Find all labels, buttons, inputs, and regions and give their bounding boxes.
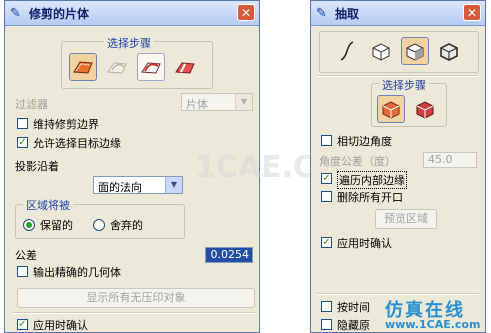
projection-value: 面的法向 xyxy=(98,181,142,194)
by-time-checkbox[interactable] xyxy=(321,301,332,312)
nx-logo-icon: ✎ xyxy=(316,6,327,21)
dialog-title: 修剪的片体 xyxy=(29,7,90,21)
confirm-on-apply-checkbox[interactable]: ✓ xyxy=(321,237,332,248)
extract-body-icon[interactable] xyxy=(435,37,463,65)
keep-option-label: 保留的 xyxy=(40,219,73,232)
discard-radio[interactable] xyxy=(93,219,105,231)
watermark-url: www.1CAE.com xyxy=(385,318,481,331)
allow-select-target-edge-label: 允许选择目标边缘 xyxy=(33,137,121,150)
traverse-inner-edges-label: 遍历内部边缘 xyxy=(337,171,407,189)
dropdown-arrow-icon: ▼ xyxy=(235,94,252,110)
selection-steps-label: 选择步骤 xyxy=(104,35,154,51)
nx-logo-icon: ✎ xyxy=(10,6,21,21)
confirm-on-apply-label: 应用时确认 xyxy=(337,237,392,250)
extract-dialog: ✎ 抽取 ✕ 选择步骤 相切边角度 角度公差（度） 45.0 ✓ 遍历内部边缘 … xyxy=(310,0,486,333)
extract-face-icon[interactable] xyxy=(367,37,395,65)
region-label: 区域将被 xyxy=(23,197,73,213)
trim-boundary-icon[interactable] xyxy=(137,53,165,81)
keep-radio[interactable] xyxy=(23,219,35,231)
keep-trim-boundary-label: 维持修剪边界 xyxy=(33,118,99,131)
discard-option-label: 舍弃的 xyxy=(110,219,143,232)
curve-icon[interactable] xyxy=(333,37,361,65)
trim-tool-icon[interactable] xyxy=(103,53,131,81)
tangent-edge-angle-label: 相切边角度 xyxy=(337,135,392,148)
angle-tolerance-label: 角度公差（度） xyxy=(319,155,396,168)
trim-region-icon[interactable] xyxy=(171,53,199,81)
preview-region-button[interactable]: 预览区域 xyxy=(375,209,437,229)
hide-original-checkbox[interactable] xyxy=(321,319,332,330)
filter-label: 过滤器 xyxy=(15,98,48,111)
filter-select[interactable]: 片体 ▼ xyxy=(181,93,253,111)
dialog-title: 抽取 xyxy=(335,7,360,21)
projection-label: 投影沿着 xyxy=(15,160,59,173)
by-time-label: 按时间 xyxy=(337,301,370,314)
close-icon[interactable]: ✕ xyxy=(463,4,481,21)
divider xyxy=(317,293,479,295)
hide-original-label: 隐藏原 xyxy=(337,319,370,332)
divider xyxy=(13,312,255,314)
tolerance-label: 公差 xyxy=(15,249,37,262)
output-exact-geometry-label: 输出精确的几何体 xyxy=(33,266,121,279)
remove-all-openings-label: 删除所有开口 xyxy=(337,191,403,204)
projection-select[interactable]: 面的法向 ▼ xyxy=(93,176,183,194)
traverse-inner-edges-checkbox[interactable]: ✓ xyxy=(321,173,332,184)
selection-steps-label: 选择步骤 xyxy=(379,77,429,93)
keep-trim-boundary-checkbox[interactable] xyxy=(17,118,28,129)
boundary-face-icon[interactable] xyxy=(411,95,439,123)
trim-sheet-target-icon[interactable] xyxy=(69,53,97,81)
show-uncompressed-button[interactable]: 显示所有无压印对象 xyxy=(17,288,255,308)
seed-face-icon[interactable] xyxy=(377,95,405,123)
dropdown-arrow-icon: ▼ xyxy=(165,177,182,193)
extract-region-icon[interactable] xyxy=(401,37,429,65)
title-bar[interactable]: ✎ 修剪的片体 ✕ xyxy=(5,1,259,26)
tolerance-input[interactable]: 0.0254 xyxy=(205,247,253,263)
tangent-edge-angle-checkbox[interactable] xyxy=(321,135,332,146)
allow-select-target-edge-checkbox[interactable]: ✓ xyxy=(17,137,28,148)
confirm-on-apply-checkbox[interactable]: ✓ xyxy=(17,319,28,330)
angle-tolerance-input[interactable]: 45.0 xyxy=(423,152,477,168)
output-exact-geometry-checkbox[interactable] xyxy=(17,266,28,277)
confirm-on-apply-label: 应用时确认 xyxy=(33,319,88,332)
title-bar[interactable]: ✎ 抽取 ✕ xyxy=(311,1,485,26)
close-icon[interactable]: ✕ xyxy=(237,4,255,21)
filter-value: 片体 xyxy=(186,98,208,111)
remove-all-openings-checkbox[interactable] xyxy=(321,191,332,202)
